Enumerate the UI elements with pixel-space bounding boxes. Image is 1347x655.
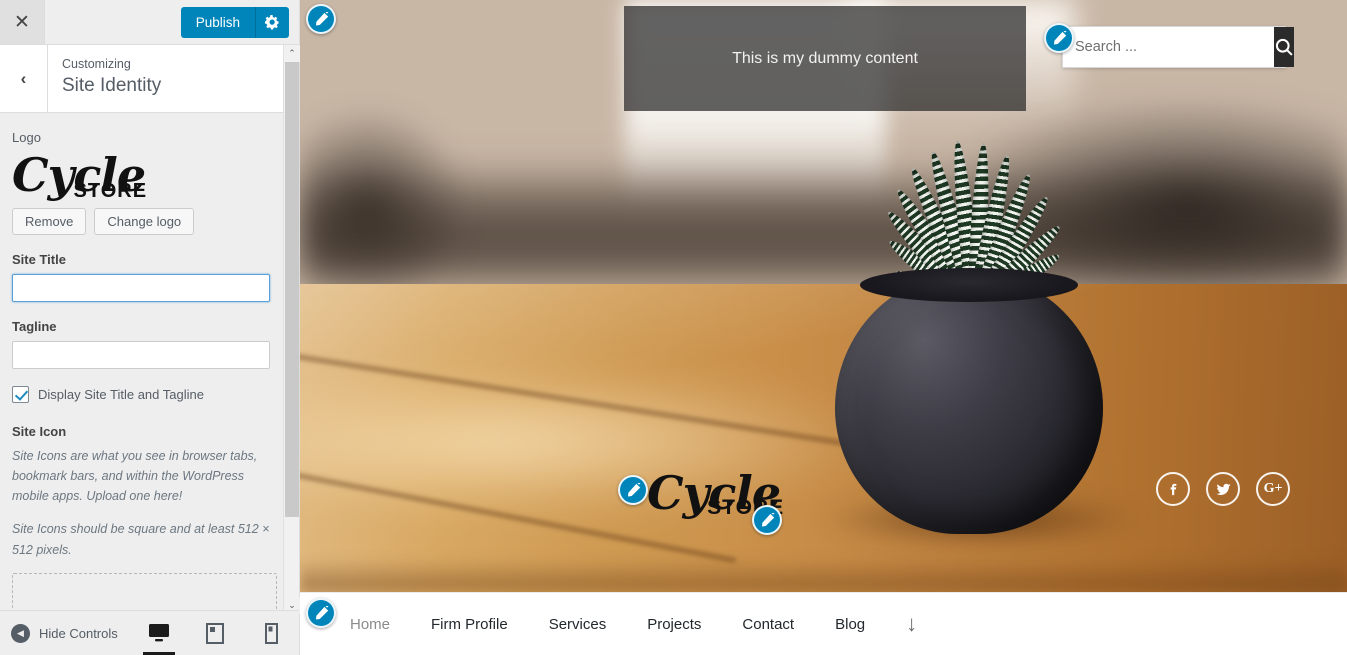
twitter-icon [1215,483,1231,495]
dummy-content-text: This is my dummy content [732,49,918,67]
tagline-label: Tagline [12,318,57,334]
hero-section: This is my dummy content Search ... Cycl… [300,0,1347,592]
logo-control: Logo Cycle STORE Remove Change logo [12,130,277,235]
publish-group: Publish [180,7,289,38]
nav-item-contact[interactable]: Contact [742,616,794,633]
logo-preview: Cycle STORE [12,152,277,208]
scroll-up-arrow[interactable]: ⌃ [284,45,300,62]
page-title: Site Identity [62,74,162,96]
twitter-link[interactable] [1206,472,1240,506]
logo-bold-text: STORE [73,179,148,202]
desktop-icon [149,624,169,642]
scroll-down-arrow-icon[interactable]: ↓ [906,613,917,635]
device-preview-switcher [141,611,299,655]
site-title-label: Site Title [12,251,66,267]
display-title-tagline-row: Display Site Title and Tagline [12,385,277,403]
social-links: G+ [1156,472,1290,506]
mobile-icon [264,622,278,644]
nav-item-projects[interactable]: Projects [647,616,701,633]
display-title-tagline-label[interactable]: Display Site Title and Tagline [38,387,204,402]
dummy-content-banner: This is my dummy content [624,6,1026,111]
collapse-icon: ◀ [11,623,30,643]
panel-controls: Logo Cycle STORE Remove Change logo Site… [0,114,289,614]
search-input[interactable] [1063,27,1274,67]
main-pot [835,272,1103,534]
hide-controls-label: Hide Controls [39,625,118,641]
search-icon [1275,38,1293,56]
edit-logo-pencil-button[interactable] [618,475,648,505]
site-icon-label: Site Icon [12,423,67,439]
display-title-tagline-checkbox[interactable] [12,385,29,403]
nav-item-firm-profile[interactable]: Firm Profile [431,616,508,633]
tagline-input[interactable] [12,340,270,369]
change-logo-button[interactable]: Change logo [94,207,195,235]
site-icon-description-1: Site Icons are what you see in browser t… [12,448,258,504]
facebook-link[interactable] [1156,472,1190,506]
site-icon-dropzone[interactable] [12,572,277,613]
googleplus-link[interactable]: G+ [1256,472,1290,506]
sidebar-scrollbar[interactable]: ⌃ ⌄ [283,45,300,614]
logo-mark: Cycle STORE [12,152,146,202]
publish-settings-gear-button[interactable] [256,7,289,38]
panel-title-group: Customizing Site Identity [48,45,161,112]
publish-button[interactable]: Publish [180,7,256,38]
customizer-sidebar: ✕ Publish ‹ Customizing Site Identity Lo… [0,0,300,655]
preview-desktop-button[interactable] [141,611,177,655]
site-icon-description-2: Site Icons should be square and at least… [12,522,270,557]
back-button[interactable]: ‹ [0,45,48,112]
primary-navigation: Home Firm Profile Services Projects Cont… [300,592,1347,655]
nav-item-home[interactable]: Home [350,616,390,633]
search-widget [1062,26,1294,68]
customizing-eyebrow: Customizing [62,57,131,71]
gear-icon [265,15,280,30]
nav-item-services[interactable]: Services [549,616,607,633]
search-submit-button[interactable] [1274,27,1294,67]
close-customizer-button[interactable]: ✕ [0,0,45,44]
pencil-icon [1053,30,1066,44]
remove-logo-button[interactable]: Remove [12,207,87,235]
pencil-icon [315,605,328,619]
hide-controls-button[interactable]: ◀ Hide Controls [0,623,118,643]
edit-menu-pencil-button[interactable] [306,598,336,628]
nav-item-blog[interactable]: Blog [835,616,865,633]
site-title-input[interactable] [12,273,270,302]
googleplus-glyph: G+ [1263,481,1283,496]
logo-actions: Remove Change logo [12,207,277,235]
logo-label: Logo [12,130,41,145]
pencil-icon [627,482,640,496]
sidebar-topbar: ✕ Publish [0,0,299,45]
pencil-icon [761,512,774,526]
preview-mobile-button[interactable] [253,611,289,655]
panel-header: ‹ Customizing Site Identity [0,45,299,113]
preview-tablet-button[interactable] [197,611,233,655]
site-preview-frame: This is my dummy content Search ... Cycl… [300,0,1347,655]
facebook-icon [1170,483,1176,495]
edit-header-pencil-button[interactable] [306,4,336,34]
edit-search-pencil-button[interactable] [1044,23,1074,53]
pencil-icon [315,11,328,25]
edit-logo-secondary-pencil-button[interactable] [752,505,782,535]
customizer-screen: ✕ Publish ‹ Customizing Site Identity Lo… [0,0,1347,655]
scrollbar-thumb[interactable] [285,62,299,517]
tablet-icon [206,622,224,644]
sidebar-footer: ◀ Hide Controls [0,610,299,655]
